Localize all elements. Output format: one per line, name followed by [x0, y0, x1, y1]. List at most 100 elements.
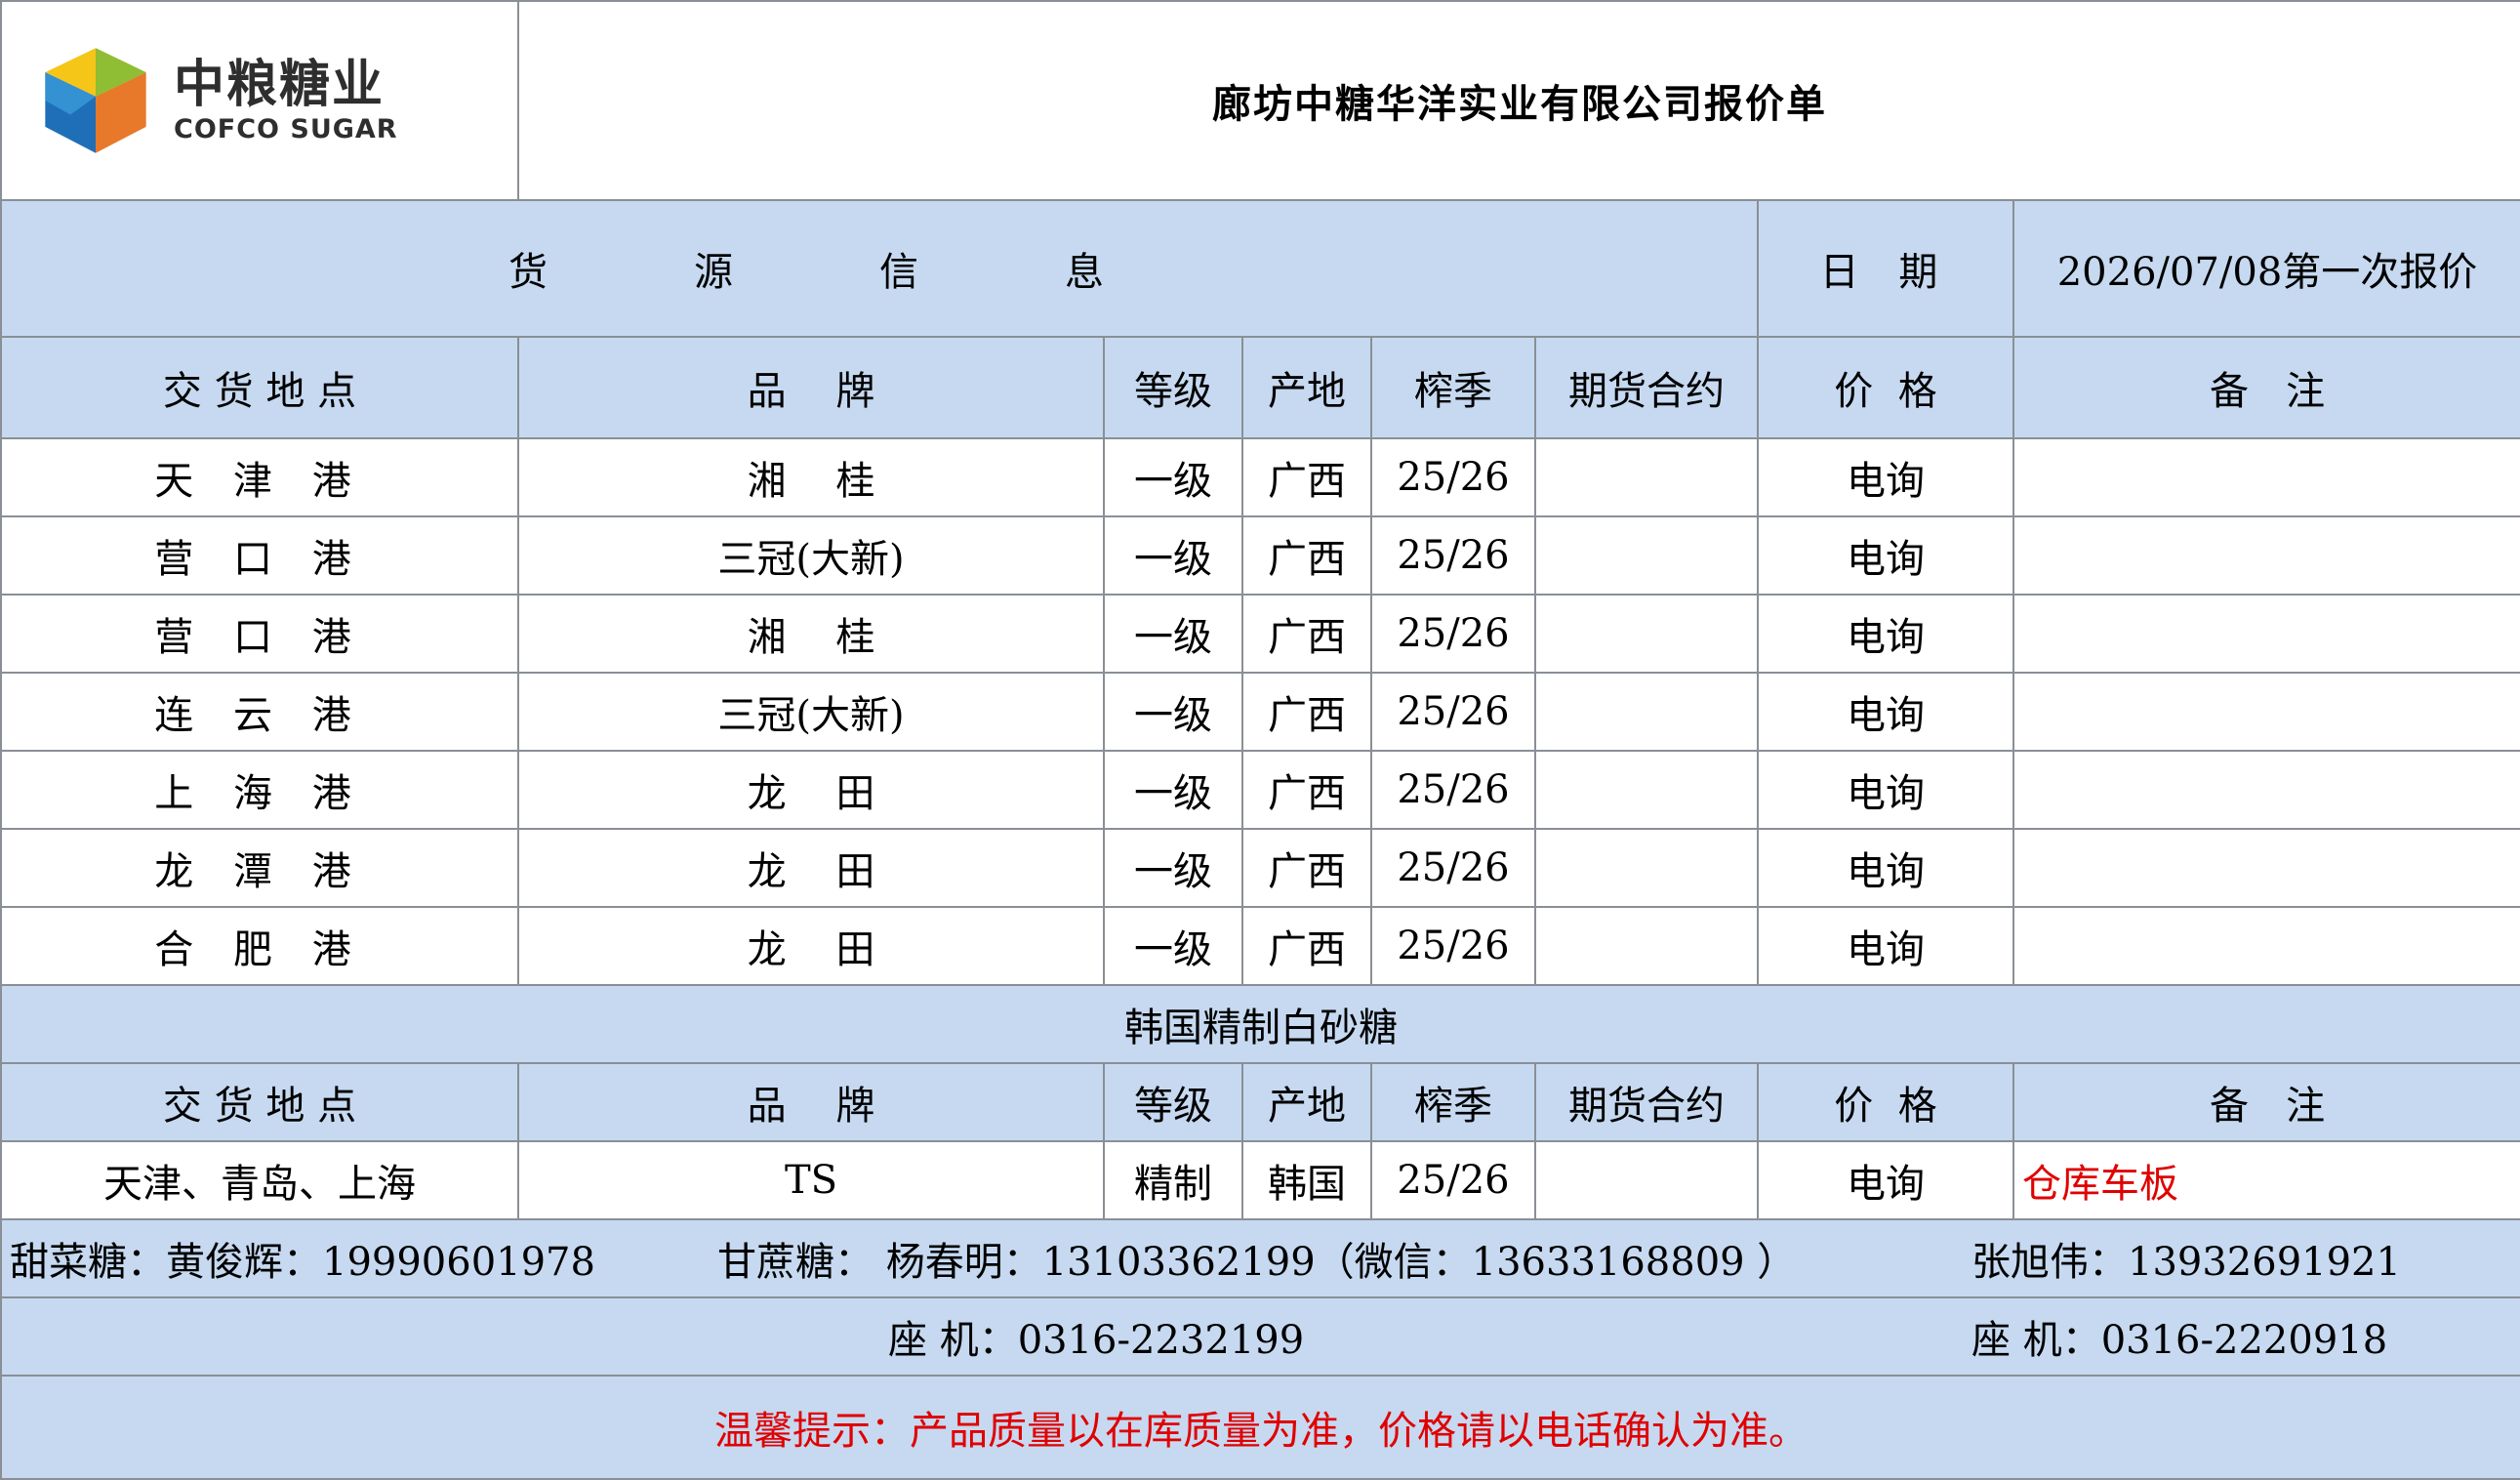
table-row: 营 口 港 湘 桂 一级 广西 25/26 电询	[0, 594, 2520, 674]
cell-origin: 广西	[1241, 750, 1372, 830]
cell-location: 营 口 港	[0, 594, 519, 674]
cell-futures	[1534, 750, 1759, 830]
cell-futures	[1534, 672, 1759, 752]
col-location: 交 货 地 点	[0, 1062, 519, 1142]
cell-remark	[2012, 437, 2520, 517]
contacts-row: 甜菜糖：黄俊辉：19990601978 甘蔗糖： 杨春明：13103362199…	[0, 1218, 2520, 1298]
cell-remark	[2012, 750, 2520, 830]
table-row: 营 口 港 三冠(大新) 一级 广西 25/26 电询	[0, 515, 2520, 596]
cell-brand: 龙 田	[517, 906, 1105, 986]
cell-grade: 一级	[1103, 515, 1243, 596]
table-row: 连 云 港 三冠(大新) 一级 广西 25/26 电询	[0, 672, 2520, 752]
col-season: 榨季	[1370, 336, 1536, 439]
logo-cn-text: 中粮糖业	[174, 56, 386, 114]
column-header-row: 交 货 地 点 品 牌 等级 产地 榨季 期货合约 价 格 备 注	[0, 336, 2520, 439]
logo-en-text: COFCO SUGAR	[174, 114, 398, 144]
col-remark: 备 注	[2012, 1062, 2520, 1142]
cell-grade: 一级	[1103, 437, 1243, 517]
date-value: 2026/07/08第一次报价	[2012, 199, 2520, 338]
date-label: 日 期	[1757, 199, 2014, 338]
cell-location: 合 肥 港	[0, 906, 519, 986]
source-info-label: 货源信息	[0, 199, 1759, 338]
cell-location: 上 海 港	[0, 750, 519, 830]
cell-futures	[1534, 828, 1759, 908]
landline-1: 座 机：0316-2232199	[888, 1318, 1305, 1363]
cell-season: 25/26	[1370, 594, 1536, 674]
cell-season: 25/26	[1370, 750, 1536, 830]
cell-grade: 一级	[1103, 594, 1243, 674]
cell-origin: 广西	[1241, 828, 1372, 908]
cell-price: 电询	[1757, 1140, 2014, 1220]
cell-price: 电询	[1757, 515, 2014, 596]
notice-text: 温馨提示：产品质量以在库质量为准，价格请以电话确认为准。	[0, 1375, 2520, 1480]
cell-location: 天津、青岛、上海	[0, 1140, 519, 1220]
col-location: 交 货 地 点	[0, 336, 519, 439]
col-grade: 等级	[1103, 336, 1243, 439]
cell-brand: 湘 桂	[517, 437, 1105, 517]
table-row: 龙 潭 港 龙 田 一级 广西 25/26 电询	[0, 828, 2520, 908]
company-logo: 中粮糖业 COFCO SUGAR	[3, 40, 516, 161]
cell-price: 电询	[1757, 750, 2014, 830]
col-season: 榨季	[1370, 1062, 1536, 1142]
cell-brand: TS	[517, 1140, 1105, 1220]
quote-sheet: 中粮糖业 COFCO SUGAR 廊坊中糖华洋实业有限公司报价单 货源信息 日 …	[0, 0, 2520, 1480]
table-row: 合 肥 港 龙 田 一级 广西 25/26 电询	[0, 906, 2520, 986]
col-origin: 产地	[1241, 336, 1372, 439]
cell-grade: 一级	[1103, 750, 1243, 830]
col-brand: 品 牌	[517, 336, 1105, 439]
cell-remark	[2012, 906, 2520, 986]
contact-zhang: 张旭伟：13932691921	[1971, 1240, 2401, 1285]
cell-price: 电询	[1757, 672, 2014, 752]
col-origin: 产地	[1241, 1062, 1372, 1142]
cell-futures	[1534, 515, 1759, 596]
col-price: 价 格	[1757, 336, 2014, 439]
cell-season: 25/26	[1370, 515, 1536, 596]
cofco-cube-icon	[45, 48, 146, 153]
col-price: 价 格	[1757, 1062, 2014, 1142]
cell-remark	[2012, 672, 2520, 752]
cell-price: 电询	[1757, 594, 2014, 674]
cell-grade: 一级	[1103, 828, 1243, 908]
col-remark: 备 注	[2012, 336, 2520, 439]
cell-brand: 三冠(大新)	[517, 515, 1105, 596]
korea-section-title: 韩国精制白砂糖	[0, 984, 2520, 1064]
quote-table: 中粮糖业 COFCO SUGAR 廊坊中糖华洋实业有限公司报价单 货源信息 日 …	[0, 0, 2520, 1480]
cell-remark	[2012, 828, 2520, 908]
cell-origin: 广西	[1241, 672, 1372, 752]
cell-price: 电询	[1757, 906, 2014, 986]
cell-location: 天 津 港	[0, 437, 519, 517]
cell-futures	[1534, 594, 1759, 674]
cell-futures	[1534, 1140, 1759, 1220]
cell-price: 电询	[1757, 437, 2014, 517]
cell-remark	[2012, 515, 2520, 596]
cell-price: 电询	[1757, 828, 2014, 908]
col-futures: 期货合约	[1534, 336, 1759, 439]
cell-origin: 广西	[1241, 515, 1372, 596]
cell-brand: 湘 桂	[517, 594, 1105, 674]
col-futures: 期货合约	[1534, 1062, 1759, 1142]
cell-origin: 广西	[1241, 594, 1372, 674]
cell-season: 25/26	[1370, 672, 1536, 752]
cell-grade: 一级	[1103, 672, 1243, 752]
cell-brand: 三冠(大新)	[517, 672, 1105, 752]
cell-season: 25/26	[1370, 1140, 1536, 1220]
cell-origin: 广西	[1241, 437, 1372, 517]
cell-brand: 龙 田	[517, 828, 1105, 908]
cell-remark: 仓库车板	[2012, 1140, 2520, 1220]
table-row: 天津、青岛、上海 TS 精制 韩国 25/26 电询 仓库车板	[0, 1140, 2520, 1220]
cell-season: 25/26	[1370, 437, 1536, 517]
cell-location: 营 口 港	[0, 515, 519, 596]
landline-2: 座 机：0316-2220918	[1971, 1318, 2388, 1363]
table-row: 上 海 港 龙 田 一级 广西 25/26 电询	[0, 750, 2520, 830]
cell-grade: 精制	[1103, 1140, 1243, 1220]
col-brand: 品 牌	[517, 1062, 1105, 1142]
cell-futures	[1534, 437, 1759, 517]
cell-origin: 韩国	[1241, 1140, 1372, 1220]
page-title: 廊坊中糖华洋实业有限公司报价单	[516, 0, 2520, 201]
col-grade: 等级	[1103, 1062, 1243, 1142]
cell-season: 25/26	[1370, 906, 1536, 986]
cell-origin: 广西	[1241, 906, 1372, 986]
cell-remark	[2012, 594, 2520, 674]
contact-beet: 甜菜糖：黄俊辉：19990601978	[10, 1240, 595, 1285]
contact-cane: 甘蔗糖： 杨春明：13103362199（微信：13633168809 ）	[717, 1240, 1797, 1285]
